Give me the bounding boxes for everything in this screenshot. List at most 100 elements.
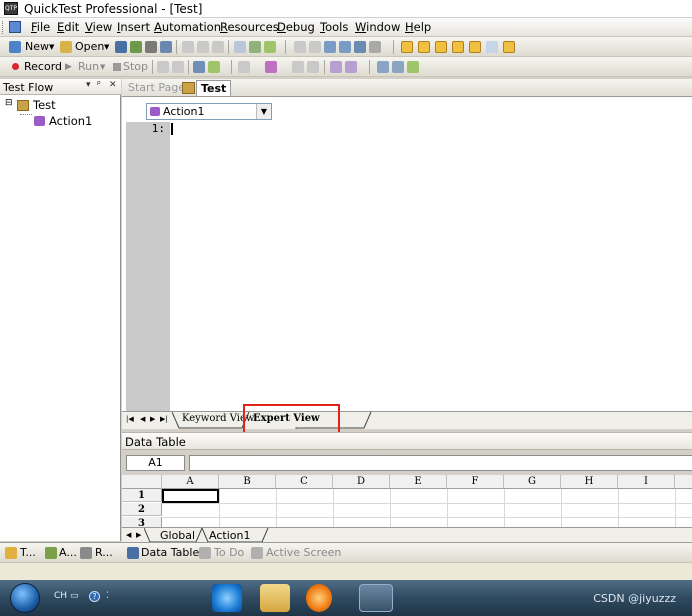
prev-tab-icon[interactable]: ◀: [140, 415, 145, 423]
sheet-tab-action1[interactable]: Action1: [209, 529, 250, 542]
tab-test[interactable]: Test: [196, 80, 232, 96]
keyboard-icon[interactable]: ▭: [70, 591, 79, 601]
menu-debug[interactable]: Debug: [277, 20, 315, 34]
object-repository-icon[interactable]: [249, 41, 261, 53]
next-sheet-icon[interactable]: ▶: [136, 531, 141, 539]
comment-icon[interactable]: [377, 61, 389, 73]
file-explorer-icon[interactable]: [260, 584, 290, 612]
step-out-icon[interactable]: [292, 61, 304, 73]
chevron-down-icon[interactable]: ▼: [49, 43, 54, 51]
check-icon[interactable]: [264, 41, 276, 53]
debug-toggle-icon[interactable]: [435, 41, 447, 53]
internet-explorer-icon[interactable]: [212, 584, 242, 612]
tab-active-screen[interactable]: Active Screen: [266, 546, 341, 559]
prev-sheet-icon[interactable]: ◀: [126, 531, 131, 539]
indent-icon[interactable]: [407, 61, 419, 73]
quicktest-taskbar-button[interactable]: [359, 584, 393, 612]
tab-start-page[interactable]: Start Page: [124, 80, 189, 96]
menu-automation[interactable]: Automation: [154, 20, 221, 34]
data-table-toggle-icon[interactable]: [452, 41, 464, 53]
find-icon[interactable]: [324, 41, 336, 53]
action-combo[interactable]: Action1 ▼: [146, 103, 272, 120]
column-header[interactable]: I: [618, 475, 675, 489]
analog-recording-icon[interactable]: [157, 61, 169, 73]
open-folder-icon[interactable]: [60, 41, 72, 53]
binoculars-icon[interactable]: [354, 41, 366, 53]
find-next-icon[interactable]: [339, 41, 351, 53]
menu-window[interactable]: Window: [355, 20, 400, 34]
column-header[interactable]: H: [561, 475, 618, 489]
tree-item-action1[interactable]: Action1: [49, 114, 92, 128]
row-header[interactable]: 1: [122, 489, 162, 502]
paste-icon[interactable]: [212, 41, 224, 53]
column-header[interactable]: C: [276, 475, 333, 489]
font-icon[interactable]: [369, 41, 381, 53]
tab-data-table[interactable]: Data Table: [141, 546, 199, 559]
menu-resources[interactable]: Resources: [220, 20, 279, 34]
media-player-icon[interactable]: [306, 584, 332, 612]
output-value-icon[interactable]: [208, 61, 220, 73]
checkpoint-icon[interactable]: [193, 61, 205, 73]
insert-action-icon[interactable]: [330, 61, 342, 73]
row-header[interactable]: 2: [122, 503, 162, 516]
row-header[interactable]: 3: [122, 517, 162, 527]
call-action-icon[interactable]: [345, 61, 357, 73]
formula-input[interactable]: [189, 455, 692, 471]
tab-resources[interactable]: R...: [95, 546, 113, 559]
information-icon[interactable]: [486, 41, 498, 53]
column-header-partial[interactable]: [675, 475, 692, 489]
panel-menu-icon[interactable]: ▾: [86, 80, 91, 90]
low-level-recording-icon[interactable]: [172, 61, 184, 73]
close-icon[interactable]: ✕: [109, 80, 117, 90]
tab-test-flow[interactable]: T...: [20, 546, 36, 559]
menu-file[interactable]: File: [31, 20, 50, 34]
first-tab-icon[interactable]: |◀: [126, 415, 134, 423]
qtp-app-icon[interactable]: QTP: [4, 2, 18, 15]
column-header[interactable]: B: [219, 475, 276, 489]
copy-icon[interactable]: [197, 41, 209, 53]
corner-cell[interactable]: [122, 475, 162, 489]
chevron-down-icon[interactable]: ▼: [100, 63, 105, 71]
help-icon[interactable]: ?: [89, 591, 100, 602]
properties-icon[interactable]: [234, 41, 246, 53]
open-button[interactable]: Open: [75, 40, 104, 53]
save-icon[interactable]: [115, 41, 127, 53]
menu-edit[interactable]: Edit: [57, 20, 79, 34]
new-button[interactable]: New: [25, 40, 49, 53]
cut-icon[interactable]: [182, 41, 194, 53]
column-header[interactable]: E: [390, 475, 447, 489]
test-flow-toggle-icon[interactable]: [401, 41, 413, 53]
run-button[interactable]: Run: [78, 60, 99, 73]
save-all-icon[interactable]: [130, 41, 142, 53]
chevron-down-icon[interactable]: ▼: [104, 43, 109, 51]
column-header[interactable]: D: [333, 475, 390, 489]
menu-view[interactable]: View: [85, 20, 112, 34]
next-tab-icon[interactable]: ▶: [150, 415, 155, 423]
document-icon[interactable]: [9, 21, 21, 33]
print-icon[interactable]: [145, 41, 157, 53]
resources-toggle-icon[interactable]: [418, 41, 430, 53]
column-header[interactable]: A: [162, 475, 219, 489]
collapse-icon[interactable]: ⊟: [5, 98, 13, 108]
undo-icon[interactable]: [294, 41, 306, 53]
tab-available-keywords[interactable]: A...: [59, 546, 77, 559]
data-grid[interactable]: A B C D E F G H I 1 2 3: [122, 475, 692, 527]
new-icon[interactable]: [9, 41, 21, 53]
record-button[interactable]: Record: [24, 60, 62, 73]
selected-cell[interactable]: [162, 489, 219, 503]
menu-help[interactable]: Help: [405, 20, 431, 34]
last-tab-icon[interactable]: ▶|: [160, 415, 168, 423]
start-button[interactable]: [10, 583, 40, 613]
preview-icon[interactable]: [160, 41, 172, 53]
pin-icon[interactable]: ᵖ: [97, 80, 101, 90]
sheet-tab-global[interactable]: Global: [160, 529, 195, 542]
expert-view-editor[interactable]: Action1 ▼ 1:: [122, 97, 692, 411]
chevron-down-icon[interactable]: ▼: [256, 104, 271, 119]
uncomment-icon[interactable]: [392, 61, 404, 73]
menu-gripper[interactable]: [2, 21, 5, 34]
tab-todo[interactable]: To Do: [214, 546, 244, 559]
breakpoint-icon[interactable]: [307, 61, 319, 73]
cell-reference[interactable]: A1: [126, 455, 185, 471]
ime-settings-icon[interactable]: ⁚: [106, 591, 109, 601]
column-header[interactable]: G: [504, 475, 561, 489]
